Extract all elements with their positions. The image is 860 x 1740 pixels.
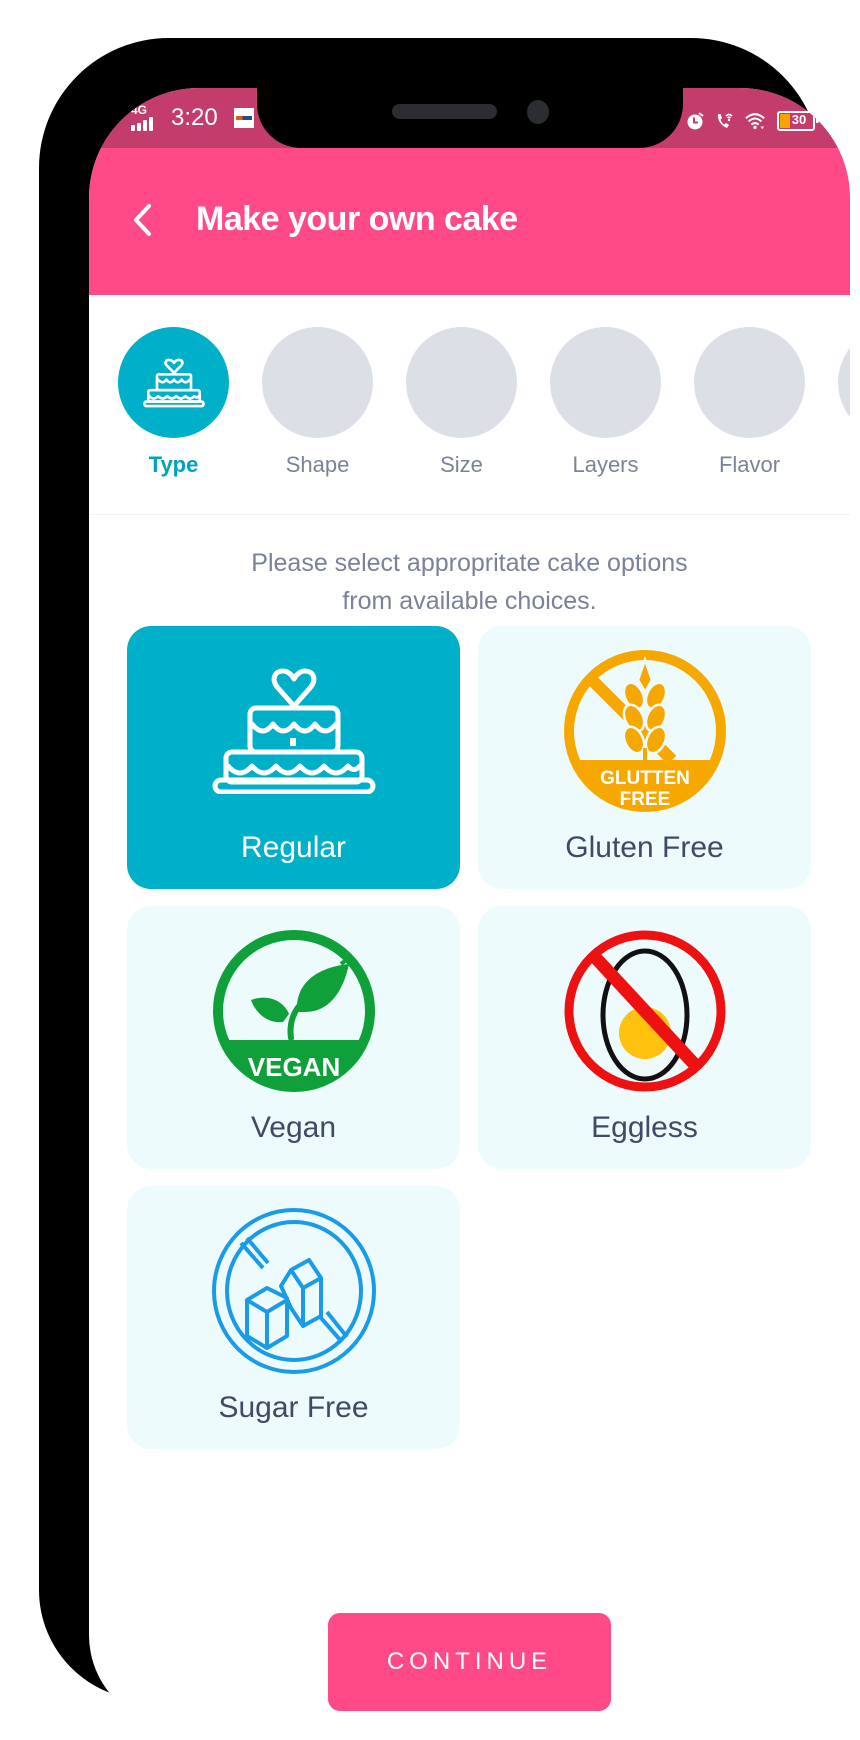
gluten-badge-line-1: GLUTTEN [600,768,690,789]
speaker-grille [392,104,497,119]
continue-button[interactable]: CONTINUE [328,1613,611,1711]
option-label: Sugar Free [218,1391,369,1424]
clock: 3:20 [171,104,218,131]
option-label: Gluten Free [565,831,724,864]
battery-icon: 30 [777,111,819,131]
option-label: Vegan [250,1111,337,1144]
gluten-badge-line-2: FREE [619,789,670,810]
step-label: Size [440,452,483,477]
step-label: Type [148,452,199,477]
step-circle [838,327,850,438]
vegan-badge-text: VEGAN [247,1052,339,1082]
signal-icon: 4G [131,103,165,133]
front-camera [527,100,549,124]
chevron-left-icon [134,204,151,236]
instructions-line-2: from available choices. [342,587,597,615]
step-circle [550,327,661,438]
wifi-calling-icon [717,113,733,128]
status-left: 4G 3:20 [131,100,254,136]
option-regular[interactable]: Regular [127,626,460,889]
option-sugar-free[interactable]: Sugar Free [127,1186,460,1449]
phone-frame: 4G 3:20 30 Make your own cake Type Shape… [39,38,850,1727]
status-bar: 4G 3:20 30 [89,88,850,148]
network-type: 4G [131,103,148,117]
step-circle [406,327,517,438]
vegan-icon: VEGAN [212,930,375,1092]
step-tabs: Type Shape Size Layers Flavor [89,295,850,515]
no-sugar-icon [211,1208,376,1374]
step-circle [118,327,229,438]
page-title: Make your own cake [196,200,518,238]
instructions-line-1: Please select appropritate cake options [251,549,688,577]
step-circle [694,327,805,438]
status-right: 30 [685,110,819,132]
camera-notch [257,88,683,148]
gluten-free-icon: GLUTTEN FREE [563,650,726,812]
tab-layers[interactable]: Layers [550,327,661,478]
carrier-badge-icon [233,108,254,128]
no-egg-icon [564,930,725,1092]
cake-icon [142,358,205,407]
cake-icon [212,668,375,794]
tab-next-partial[interactable] [838,327,850,452]
section-divider [89,514,850,515]
step-label: Flavor [718,452,781,477]
app-screen: 4G 3:20 30 Make your own cake Type Shape… [89,88,850,1727]
tab-size[interactable]: Size [406,327,517,478]
wifi-icon [745,113,765,130]
tab-shape[interactable]: Shape [262,327,373,478]
step-label: Shape [285,452,350,477]
tab-flavor[interactable]: Flavor [694,327,805,478]
alarm-icon [687,112,704,130]
option-label: Eggless [591,1111,698,1144]
back-button[interactable] [129,200,159,240]
app-bar: Make your own cake [89,148,850,295]
option-label: Regular [240,831,347,864]
battery-level: 30 [791,112,807,127]
step-label: Layers [572,452,639,477]
tab-type[interactable]: Type [118,327,229,478]
option-eggless[interactable]: Eggless [478,906,811,1169]
option-vegan[interactable]: VEGAN Vegan [127,906,460,1169]
instructions-text: Please select appropritate cake options … [149,544,790,620]
step-circle [262,327,373,438]
option-gluten-free[interactable]: GLUTTEN FREE Gluten Free [478,626,811,889]
